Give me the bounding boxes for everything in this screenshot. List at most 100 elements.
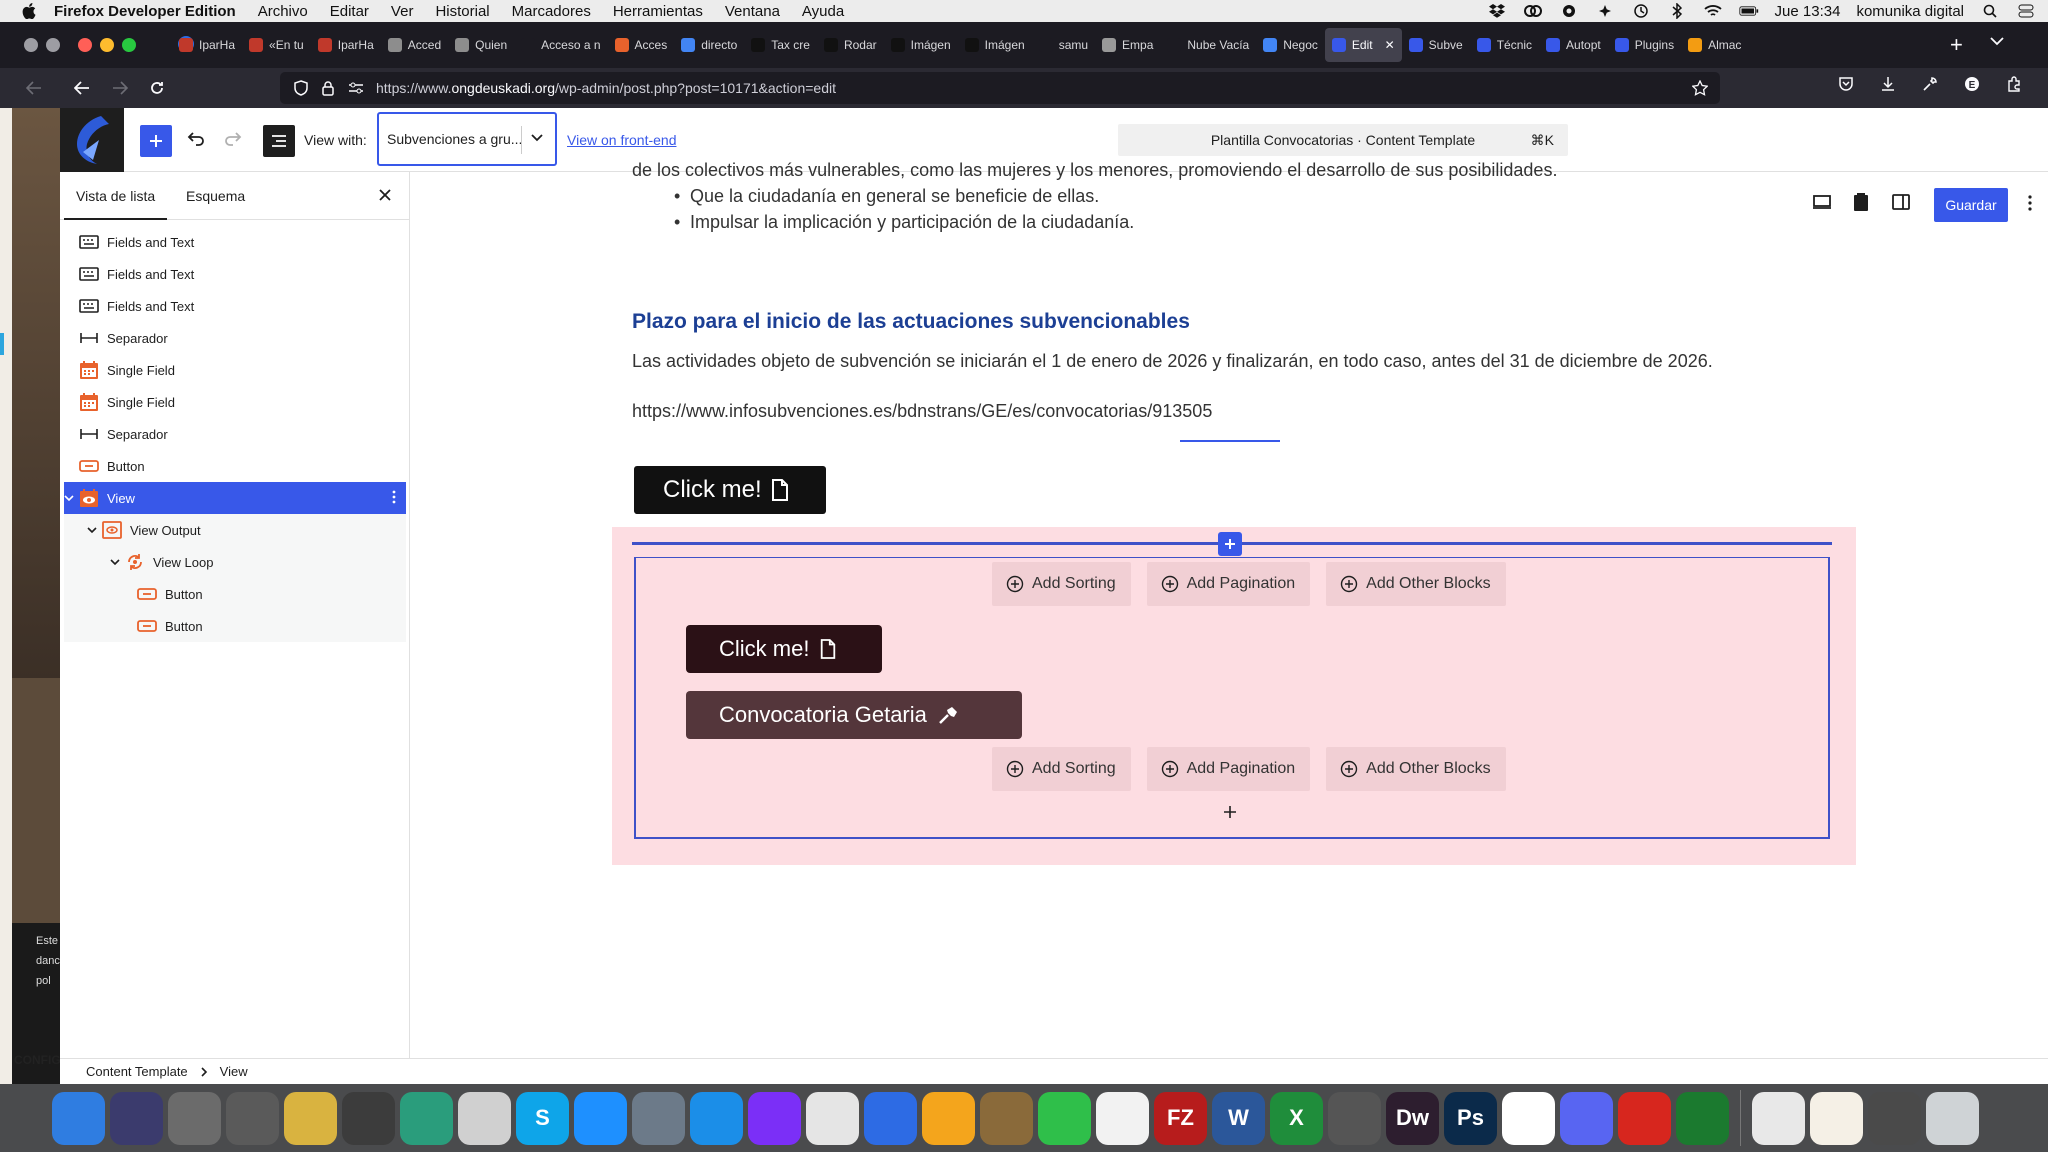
bookmark-star-icon[interactable] [1692,80,1708,96]
list-view-item[interactable]: Button [64,578,406,610]
control-center-icon[interactable] [2016,4,2036,18]
browser-tab[interactable]: Acces [608,28,675,62]
window-minimize-button[interactable] [100,38,114,52]
list-view-item[interactable]: View Loop [64,546,406,578]
dock-trash-icon[interactable] [1926,1091,1979,1145]
menu-clock[interactable]: Jue 13:34 [1775,3,1841,20]
add-sorting-button[interactable]: Add Sorting [992,562,1131,606]
reload-icon[interactable] [145,76,169,100]
dock-acrobat-icon[interactable] [1618,1091,1671,1145]
window-dot[interactable] [46,38,60,52]
status-icon[interactable] [1559,4,1579,18]
block-inserter-button[interactable] [140,125,172,157]
bluetooth-icon[interactable] [1667,3,1687,19]
lock-icon[interactable] [322,80,334,96]
dropbox-icon[interactable] [1487,4,1507,18]
dock-photoshop-icon[interactable]: Ps [1444,1091,1497,1145]
browser-tab[interactable]: Empa [1095,28,1160,62]
dock-dreamweaver-icon[interactable]: Dw [1386,1091,1439,1145]
menu-user[interactable]: komunika digital [1856,3,1964,20]
dock-vpn-icon[interactable] [922,1091,975,1145]
add-other-blocks-button[interactable]: Add Other Blocks [1326,562,1506,606]
account-icon[interactable]: E [1964,76,1980,92]
browser-tab[interactable]: directo [674,28,744,62]
redo-icon[interactable] [223,128,245,150]
list-view-item[interactable]: View Output [64,514,406,546]
menu-herramientas[interactable]: Herramientas [613,3,703,20]
menu-ver[interactable]: Ver [391,3,414,20]
view-with-select[interactable]: Subvenciones a gru... [377,112,557,166]
settings-sidebar-icon[interactable] [1892,194,1910,210]
tab-outline[interactable]: Esquema [186,188,245,204]
browser-tab[interactable]: Imágen [884,28,958,62]
extensions-icon[interactable] [2006,76,2022,92]
new-tab-button[interactable]: + [1950,34,1963,56]
add-sorting-button[interactable]: Add Sorting [992,747,1131,791]
desktop-preview-icon[interactable] [1812,194,1832,210]
menu-historial[interactable]: Historial [435,3,489,20]
browser-tab[interactable]: Rodar [817,28,884,62]
dock-system-preferences-icon[interactable] [168,1091,221,1145]
spotlight-icon[interactable] [1980,4,2000,18]
time-machine-icon[interactable] [1631,4,1651,18]
list-view-item[interactable]: Fields and Text [64,226,406,258]
browser-tab[interactable]: Subve [1402,28,1470,62]
browser-tab[interactable]: Técnic [1470,28,1539,62]
downloads-icon[interactable] [1880,76,1896,92]
browser-tab[interactable]: Plugins [1608,28,1681,62]
breadcrumb-item[interactable]: View [220,1064,248,1079]
sidebar-back-icon[interactable] [22,76,46,100]
browser-tab[interactable]: Almac [1681,28,1748,62]
dock-safari-icon[interactable] [690,1091,743,1145]
back-icon[interactable] [70,76,94,100]
options-kebab-icon[interactable] [2028,195,2032,211]
dock-jamaica-icon[interactable] [1676,1091,1729,1145]
list-view-item[interactable]: View [64,482,406,514]
dock-xcode-tools-icon[interactable] [458,1091,511,1145]
dock-siri-icon[interactable] [110,1091,163,1145]
dock-firefox-icon[interactable] [748,1091,801,1145]
browser-tab[interactable]: «En tu [242,28,311,62]
wrench-icon[interactable] [1922,76,1938,92]
menu-ventana[interactable]: Ventana [725,3,780,20]
save-button[interactable]: Guardar [1934,188,2008,222]
dock-ghost-icon[interactable] [342,1091,395,1145]
insert-block-icon[interactable] [1218,532,1242,556]
browser-tab[interactable]: Acced [381,28,448,62]
dock-skype-icon[interactable]: S [516,1091,569,1145]
dock-launchpad-icon[interactable] [632,1091,685,1145]
battery-icon[interactable] [1738,4,1759,18]
dock-discord-icon[interactable] [1560,1091,1613,1145]
browser-tab[interactable]: Quien [448,28,514,62]
list-view-item[interactable]: Button [64,450,406,482]
chevron-down-icon[interactable] [85,523,99,537]
browser-tab[interactable]: Edit ✕ [1324,28,1402,62]
list-view-item[interactable]: Button [64,610,406,642]
dock-filezilla-icon[interactable]: FZ [1154,1091,1207,1145]
window-zoom-button[interactable] [122,38,136,52]
click-me-button[interactable]: Click me! [634,466,826,514]
browser-tab[interactable]: Nube Vacía [1160,28,1256,62]
wifi-icon[interactable] [1703,4,1723,18]
menu-ayuda[interactable]: Ayuda [802,3,844,20]
append-block-icon[interactable] [1223,805,1237,819]
dock-mail-icon[interactable] [1810,1091,1863,1145]
list-view-item[interactable]: Single Field [64,354,406,386]
block-options-icon[interactable] [392,490,396,504]
dock-word-icon[interactable]: W [1212,1091,1265,1145]
window-close-button[interactable] [78,38,92,52]
dock-photos-icon[interactable] [1502,1091,1555,1145]
dock-chrome-icon[interactable] [806,1091,859,1145]
close-icon[interactable] [378,188,392,202]
template-icon[interactable] [1852,192,1870,212]
dock-excel-icon[interactable]: X [1270,1091,1323,1145]
apple-icon[interactable] [18,3,40,19]
dock-facetime-icon[interactable] [1038,1091,1091,1145]
browser-tab[interactable]: IparHa [311,28,381,62]
tab-list-view[interactable]: Vista de lista [63,188,168,220]
dock-database-icon[interactable] [284,1091,337,1145]
dock-app-store-icon[interactable] [574,1091,627,1145]
dock-sequel-pro-icon[interactable] [226,1091,279,1145]
chevron-down-icon[interactable] [62,491,76,505]
list-view-item[interactable]: Fields and Text [64,290,406,322]
